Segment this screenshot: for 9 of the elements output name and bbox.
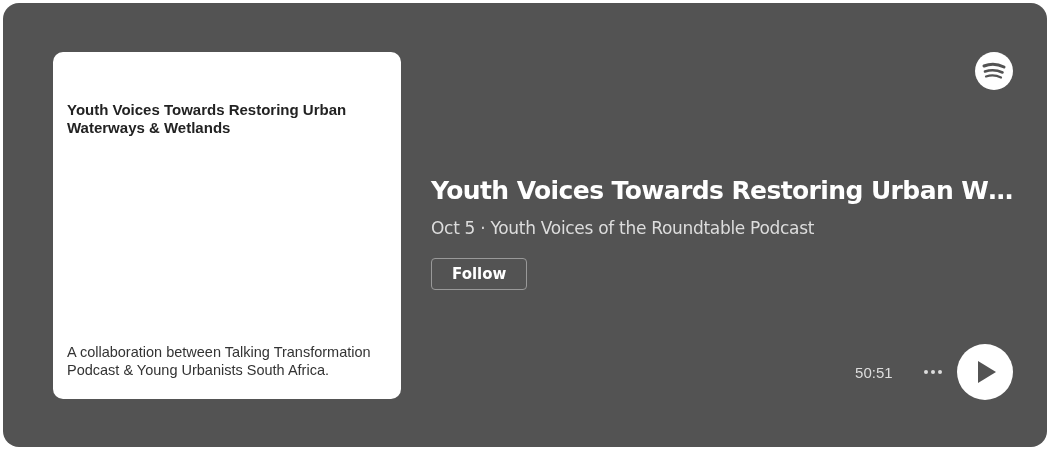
episode-subtitle: Oct 5 · Youth Voices of the Roundtable Podcast (431, 218, 816, 238)
follow-button[interactable]: Follow (431, 258, 528, 290)
duration: 50:51 (855, 363, 893, 381)
logo-icon[interactable] (974, 52, 1013, 90)
play-button[interactable] (956, 344, 1013, 400)
cover-title: Youth Voices Towards Restoring Urban Waterways & Wetlands (67, 101, 348, 137)
cover-caption: A collaboration between Talking Transformation Podcast & Young Urbanists South Africa. (67, 343, 372, 379)
episode-title[interactable]: Youth Voices Towards Restoring Urban W… (431, 176, 1013, 205)
more-options-icon[interactable] (922, 369, 943, 375)
